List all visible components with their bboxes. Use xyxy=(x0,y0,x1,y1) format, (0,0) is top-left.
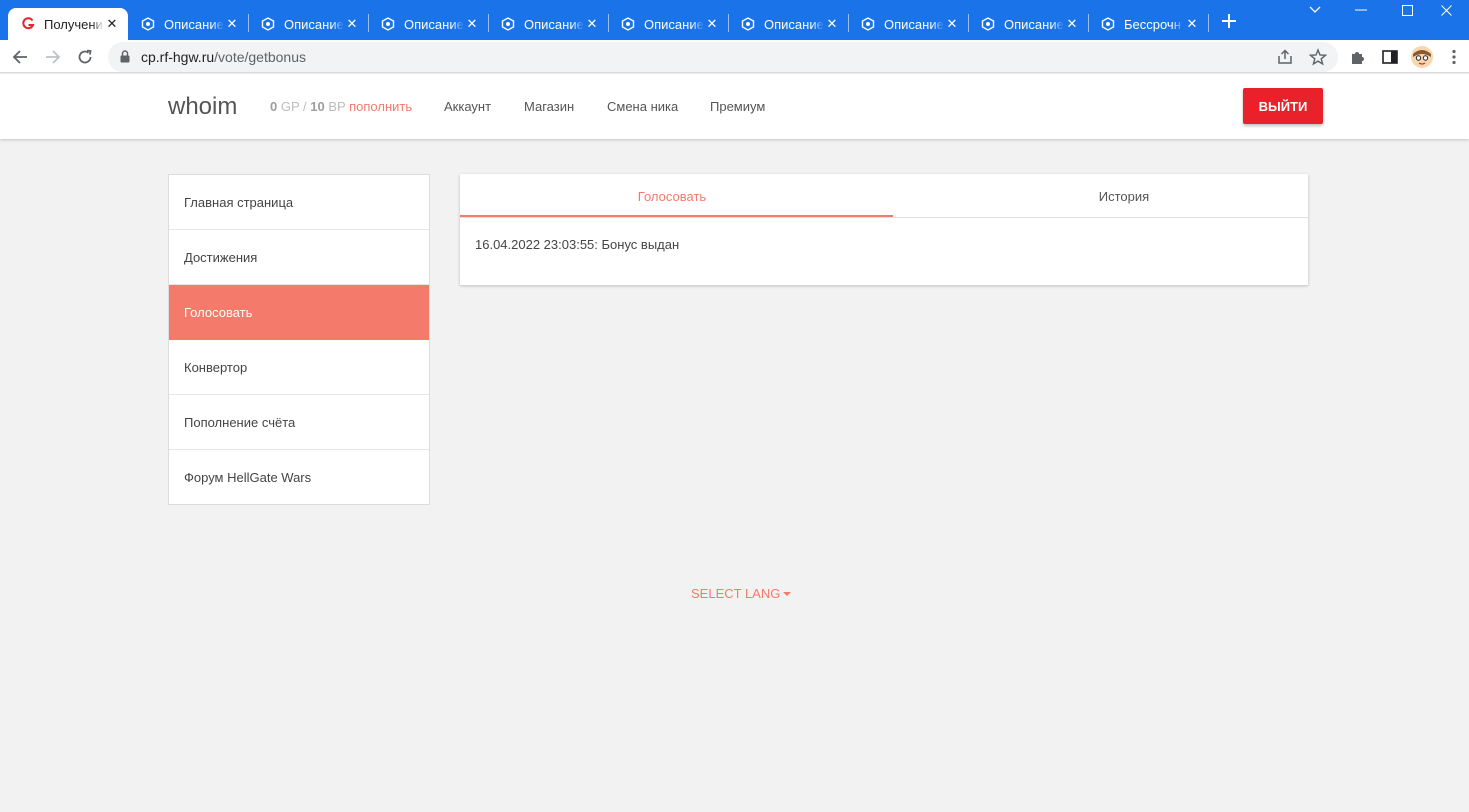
sidebar-item-label: Голосовать xyxy=(184,304,253,320)
hexagon-favicon-icon xyxy=(1100,16,1116,32)
browser-tab-title: Бессрочн xyxy=(1124,16,1181,32)
browser-tab[interactable]: Описание ✕ xyxy=(968,8,1088,40)
reload-icon[interactable] xyxy=(72,44,98,70)
sidebar-item-converter[interactable]: Конвертор xyxy=(169,340,429,395)
browser-toolbar: cp.rf-hgw.ru/vote/getbonus xyxy=(0,40,1469,73)
share-icon[interactable] xyxy=(1276,48,1294,66)
sidebar-item-label: Конвертор xyxy=(184,359,248,375)
sidebar-item-label: Достижения xyxy=(184,249,258,265)
browser-tab[interactable]: Описание ✕ xyxy=(128,8,248,40)
balance: 0 GP / 10 BP пополнить xyxy=(270,99,412,114)
nav-change-nick[interactable]: Смена ника xyxy=(607,99,678,114)
browser-tab-title: Описание xyxy=(644,16,704,32)
close-tab-icon[interactable]: ✕ xyxy=(824,16,840,32)
site-g-icon xyxy=(20,16,36,32)
tab-separator xyxy=(1208,14,1209,32)
vote-card: Голосовать История 16.04.2022 23:03:55: … xyxy=(460,174,1308,285)
hexagon-favicon-icon xyxy=(860,16,876,32)
gp-value: 0 xyxy=(270,99,278,114)
close-tab-icon[interactable]: ✕ xyxy=(104,16,120,32)
address-bar[interactable]: cp.rf-hgw.ru/vote/getbonus xyxy=(108,42,1338,72)
close-tab-icon[interactable]: ✕ xyxy=(224,16,240,32)
browser-tab-title: Описание xyxy=(404,16,464,32)
browser-tab-title: Описание xyxy=(884,16,944,32)
close-tab-icon[interactable]: ✕ xyxy=(584,16,600,32)
browser-tab[interactable]: Бессрочн ✕ xyxy=(1088,8,1208,40)
hexagon-favicon-icon xyxy=(500,16,516,32)
active-tab-indicator xyxy=(460,215,893,217)
nav-account[interactable]: Аккаунт xyxy=(444,99,491,114)
profile-avatar-icon[interactable] xyxy=(1409,44,1435,70)
nav-premium[interactable]: Премиум xyxy=(710,99,765,114)
url-path: /vote/getbonus xyxy=(214,49,306,65)
select-lang-label: SELECT LANG xyxy=(691,586,781,601)
sidebar-item-topup[interactable]: Пополнение счёта xyxy=(169,395,429,450)
browser-tab-title: Получени xyxy=(44,16,103,32)
sidebar-menu: Главная страница Достижения Голосовать К… xyxy=(168,174,430,505)
bonus-history-entry: 16.04.2022 23:03:55: Бонус выдан xyxy=(475,237,680,252)
sidebar-item-label: Главная страница xyxy=(184,194,294,210)
browser-tab-title: Описание xyxy=(1004,16,1064,32)
card-tabs: Голосовать История xyxy=(460,174,1308,218)
gp-unit: GP xyxy=(280,99,300,114)
side-panel-icon[interactable] xyxy=(1377,44,1403,70)
new-tab-plus-icon[interactable] xyxy=(1218,10,1240,32)
browser-tab[interactable]: Описание ✕ xyxy=(728,8,848,40)
hexagon-favicon-icon xyxy=(140,16,156,32)
url-host: cp.rf-hgw.ru xyxy=(141,49,215,65)
browser-tab[interactable]: Описание ✕ xyxy=(848,8,968,40)
caret-down-icon xyxy=(783,591,792,596)
username: whoim xyxy=(168,93,238,120)
close-tab-icon[interactable]: ✕ xyxy=(344,16,360,32)
minimize-icon[interactable] xyxy=(1338,0,1384,20)
sidebar-item-achievements[interactable]: Достижения xyxy=(169,230,429,285)
browser-tab[interactable]: Описание ✕ xyxy=(248,8,368,40)
browser-tab-active[interactable]: Получени ✕ xyxy=(8,8,128,40)
topup-link[interactable]: пополнить xyxy=(349,99,412,114)
more-vertical-icon[interactable] xyxy=(1441,44,1467,70)
browser-tab-strip: Получени ✕ Описание ✕ Описание ✕ Описани… xyxy=(0,0,1469,40)
close-tab-icon[interactable]: ✕ xyxy=(1064,16,1080,32)
hexagon-favicon-icon xyxy=(740,16,756,32)
browser-tab-title: Описание xyxy=(284,16,344,32)
hexagon-favicon-icon xyxy=(980,16,996,32)
site-header: whoim 0 GP / 10 BP пополнить Аккаунт Маг… xyxy=(0,74,1469,139)
nav-shop[interactable]: Магазин xyxy=(524,99,574,114)
close-window-icon[interactable] xyxy=(1423,0,1469,20)
sidebar-item-label: Форум HellGate Wars xyxy=(184,470,312,485)
back-arrow-icon[interactable] xyxy=(7,44,33,70)
bp-unit: BP xyxy=(328,99,346,114)
browser-tab-title: Описание xyxy=(764,16,824,32)
sidebar-item-home[interactable]: Главная страница xyxy=(169,175,429,230)
sidebar-item-vote[interactable]: Голосовать xyxy=(169,285,429,340)
browser-tab-title: Описание xyxy=(524,16,584,32)
extensions-puzzle-icon[interactable] xyxy=(1345,44,1371,70)
hexagon-favicon-icon xyxy=(260,16,276,32)
close-tab-icon[interactable]: ✕ xyxy=(464,16,480,32)
balance-separator: / xyxy=(303,99,307,114)
lock-icon[interactable] xyxy=(120,50,130,68)
bp-value: 10 xyxy=(310,99,325,114)
browser-tab-title: Описание xyxy=(164,16,224,32)
hexagon-favicon-icon xyxy=(380,16,396,32)
sidebar-item-label: Пополнение счёта xyxy=(184,414,296,430)
close-tab-icon[interactable]: ✕ xyxy=(1184,16,1200,32)
select-lang-dropdown[interactable]: SELECT LANG xyxy=(691,586,792,601)
tab-vote[interactable]: Голосовать xyxy=(460,174,884,218)
browser-tab[interactable]: Описание ✕ xyxy=(488,8,608,40)
forward-arrow-icon[interactable] xyxy=(40,44,66,70)
hexagon-favicon-icon xyxy=(620,16,636,32)
browser-tab[interactable]: Описание ✕ xyxy=(368,8,488,40)
close-tab-icon[interactable]: ✕ xyxy=(944,16,960,32)
bookmark-star-icon[interactable] xyxy=(1308,48,1328,66)
tab-history[interactable]: История xyxy=(884,174,1308,218)
sidebar-item-forum[interactable]: Форум HellGate Wars xyxy=(169,450,429,505)
close-tab-icon[interactable]: ✕ xyxy=(704,16,720,32)
url-text: cp.rf-hgw.ru/vote/getbonus xyxy=(141,49,306,65)
tab-search-chevron-down-icon[interactable] xyxy=(1292,0,1338,20)
logout-button[interactable]: ВЫЙТИ xyxy=(1243,88,1323,124)
browser-tab[interactable]: Описание ✕ xyxy=(608,8,728,40)
